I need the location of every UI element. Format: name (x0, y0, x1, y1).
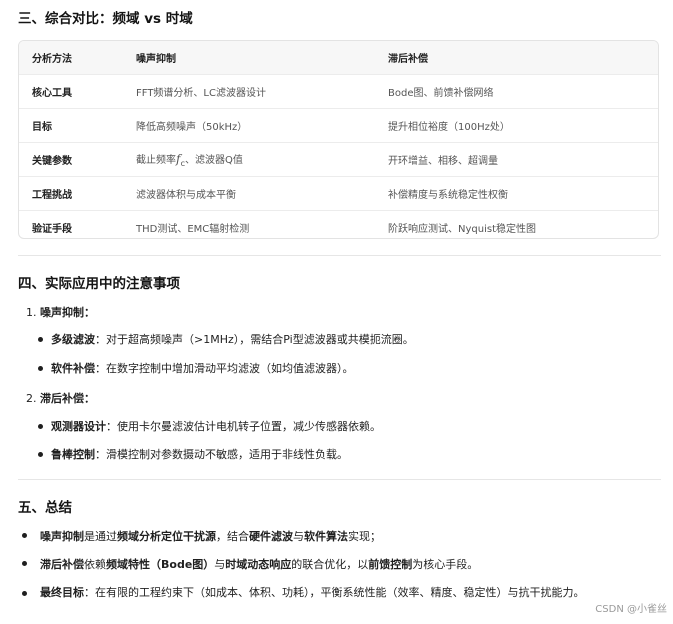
summary-bold: 前馈控制 (368, 558, 413, 571)
watermark: CSDN @小雀丝 (595, 604, 667, 615)
table-cell: 阶跃响应测试、Nyquist稳定性图 (388, 224, 536, 235)
item-bold: 观测器设计 (51, 420, 106, 433)
section-4-heading: 四、实际应用中的注意事项 (18, 276, 180, 292)
item-label: 滞后补偿 (40, 392, 84, 405)
table-cell: 核心工具 (19, 74, 123, 109)
summary-text: ，结合 (216, 530, 249, 543)
item-text: ：滑模控制对参数摄动不敏感，适用于非线性负载。 (95, 448, 348, 461)
cutoff-suffix: 、滤波器Q值 (185, 155, 243, 166)
item-bold: 鲁棒控制 (51, 448, 95, 461)
table-cell: 开环增益、相移、超调量 (375, 142, 658, 177)
table-row: 验证手段 THD测试、EMC辐射检测 阶跃响应测试、Nyquist稳定性图 (19, 211, 658, 239)
summary-text: ：在有限的工程约束下（如成本、体积、功耗），平衡系统性能（效率、精度、稳定性）与… (84, 586, 585, 599)
comparison-table: 分析方法 噪声抑制 滞后补偿 核心工具 FFT频谱分析、LC滤波器设计 Bode… (18, 40, 659, 239)
summary-bold: 最终目标 (40, 586, 84, 599)
table-cell: 降低高频噪声（50kHz） (123, 108, 375, 143)
section-divider (18, 479, 661, 480)
summary-text: 依赖 (84, 558, 106, 571)
bullet-icon (38, 365, 43, 371)
summary-text: 为核心手段。 (412, 558, 479, 571)
table-cell: 工程挑战 (19, 176, 123, 211)
list-item: 鲁棒控制：滑模控制对参数摄动不敏感，适用于非线性负载。 (38, 446, 348, 462)
list-item: 软件补偿：在数字控制中增加滑动平均滤波（如均值滤波器）。 (38, 360, 354, 376)
table-cell: THD测试、EMC辐射检测 (136, 224, 250, 235)
item-text: ：使用卡尔曼滤波估计电机转子位置，减少传感器依赖。 (106, 420, 381, 433)
table-row: 关键参数 截止频率fc、滤波器Q值 开环增益、相移、超调量 (19, 142, 658, 177)
table-cell: Bode图、前馈补偿网络 (375, 74, 658, 109)
bullet-icon (22, 533, 27, 538)
item-bold: 软件补偿 (51, 362, 95, 375)
table-cell: 关键参数 (19, 142, 123, 177)
table-cell: FFT频谱分析、LC滤波器设计 (123, 74, 375, 109)
table-header-cell: 分析方法 (19, 41, 123, 75)
numbered-item-lag: 2. 滞后补偿： (26, 392, 95, 405)
item-number: 2. (26, 392, 37, 405)
list-item: 观测器设计：使用卡尔曼滤波估计电机转子位置，减少传感器依赖。 (38, 418, 381, 434)
table-cell: 滤波器体积与成本平衡 (123, 176, 375, 211)
table-header-cell: 噪声抑制 (123, 41, 375, 75)
table-row: 核心工具 FFT频谱分析、LC滤波器设计 Bode图、前馈补偿网络 (19, 74, 658, 109)
section-5-heading: 五、总结 (18, 500, 72, 516)
summary-bold: 时域动态响应 (225, 558, 292, 571)
summary-bold: 软件算法 (304, 530, 348, 543)
summary-bold: 噪声抑制 (40, 530, 84, 543)
summary-bold: 频域分析定位干扰源 (117, 530, 216, 543)
item-number: 1. (26, 306, 37, 319)
summary-text: 是通过 (84, 530, 117, 543)
table-row: 目标 降低高频噪声（50kHz） 提升相位裕度（100Hz处） (19, 108, 658, 143)
bullet-icon (38, 451, 43, 457)
table-header-row: 分析方法 噪声抑制 滞后补偿 (19, 41, 658, 75)
summary-text: 的联合优化，以 (291, 558, 369, 571)
table-cell-cutoff-frequency: 截止频率fc、滤波器Q值 (123, 142, 375, 177)
bullet-icon (38, 423, 43, 429)
item-text: ：在数字控制中增加滑动平均滤波（如均值滤波器）。 (95, 362, 354, 375)
list-item: 多级滤波：对于超高频噪声（>1MHz），需结合Pi型滤波器或共模扼流圈。 (38, 331, 414, 347)
numbered-item-noise: 1. 噪声抑制： (26, 306, 95, 319)
section-3-heading: 三、综合对比：频域 vs 时域 (18, 11, 193, 27)
bullet-icon (22, 561, 27, 566)
item-label: 噪声抑制 (40, 306, 84, 319)
summary-bold: 硬件滤波 (249, 530, 293, 543)
table-header-cell: 滞后补偿 (375, 41, 658, 75)
section-divider (18, 255, 661, 256)
bullet-icon (38, 336, 43, 342)
item-bold: 多级滤波 (51, 333, 95, 346)
cutoff-prefix: 截止频率 (136, 155, 176, 166)
summary-text: 实现； (348, 530, 381, 543)
summary-bold: 滞后补偿 (40, 558, 84, 571)
table-cell: 补偿精度与系统稳定性权衡 (375, 176, 658, 211)
summary-bold: 频域特性（Bode图） (106, 558, 215, 571)
summary-text: 与 (293, 530, 304, 543)
item-text: ：对于超高频噪声（>1MHz），需结合Pi型滤波器或共模扼流圈。 (95, 333, 414, 346)
table-cell: 目标 (19, 108, 123, 143)
table-cell: 提升相位裕度（100Hz处） (375, 108, 658, 143)
summary-text: 与 (214, 558, 226, 571)
table-cell: 验证手段 (32, 224, 72, 235)
table-row: 工程挑战 滤波器体积与成本平衡 补偿精度与系统稳定性权衡 (19, 176, 658, 211)
bullet-icon (22, 591, 27, 596)
